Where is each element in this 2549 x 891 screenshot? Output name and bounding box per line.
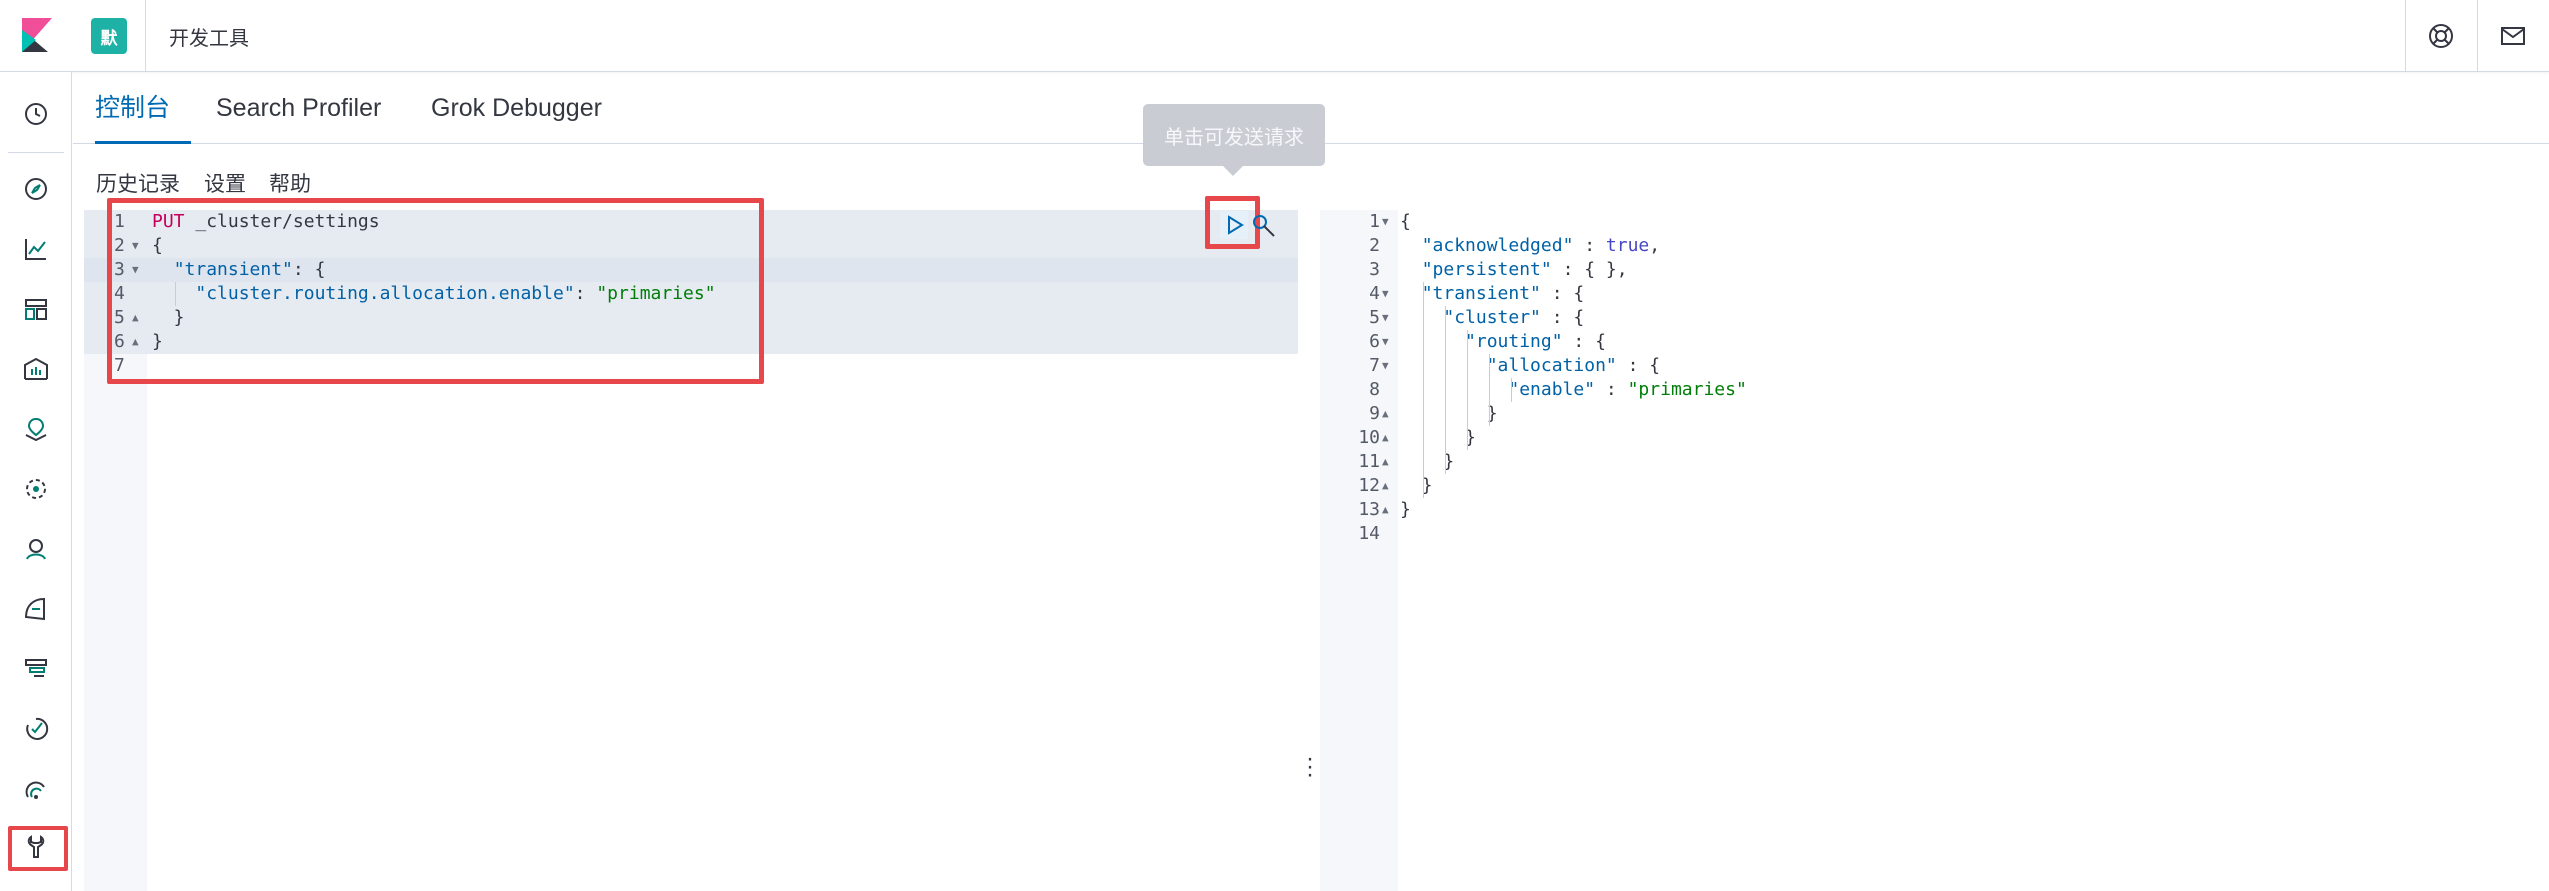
fold-icon[interactable]: ▼ <box>1382 306 1389 330</box>
response-line: 8 "enable" : "primaries" <box>1369 379 1747 400</box>
response-line: 6 ▼ "routing" : { <box>1369 330 1606 354</box>
request-highlight-box <box>107 198 764 384</box>
help-link[interactable]: 帮助 <box>269 168 311 198</box>
active-nav-highlight <box>8 826 68 871</box>
indent-guide <box>1467 330 1468 450</box>
apm-icon[interactable] <box>14 647 58 691</box>
canvas-icon[interactable] <box>14 347 58 391</box>
response-line: 4 ▼ "transient" : { <box>1369 282 1585 306</box>
uptime-icon[interactable] <box>14 707 58 751</box>
response-line: 2 "acknowledged" : true, <box>1369 235 1661 256</box>
fold-icon[interactable]: ▲ <box>1382 450 1389 474</box>
response-line: 3 "persistent" : { }, <box>1369 259 1628 280</box>
fold-icon[interactable]: ▲ <box>1382 426 1389 450</box>
indent-guide <box>1489 354 1490 426</box>
indent-guide <box>1445 306 1446 474</box>
history-link[interactable]: 历史记录 <box>96 168 180 198</box>
fold-icon[interactable]: ▼ <box>1382 282 1389 306</box>
compass-icon[interactable] <box>14 167 58 211</box>
resize-handle-icon: · · · <box>1306 745 1314 788</box>
breadcrumb-title: 开发工具 <box>169 26 249 50</box>
side-nav <box>0 72 72 891</box>
tab-search-profiler[interactable]: Search Profiler <box>216 72 381 144</box>
recently-viewed-icon[interactable] <box>14 92 58 136</box>
tab-console[interactable]: 控制台 <box>95 72 191 144</box>
response-line: 7 ▼ "allocation" : { <box>1369 354 1661 378</box>
response-line: 1 ▼ { <box>1369 210 1411 234</box>
space-avatar[interactable]: 默 <box>91 18 127 54</box>
fold-icon[interactable]: ▼ <box>1382 210 1389 234</box>
response-line: 14 <box>1358 523 1380 544</box>
wrench-icon[interactable] <box>1251 213 1277 239</box>
fold-icon[interactable]: ▲ <box>1382 402 1389 426</box>
fold-icon[interactable]: ▲ <box>1382 498 1389 522</box>
response-line: 12 ▲ } <box>1358 474 1433 498</box>
indent-guide <box>1423 282 1424 498</box>
help-icon <box>2428 24 2453 48</box>
infrastructure-icon[interactable] <box>14 527 58 571</box>
visualize-icon[interactable] <box>14 227 58 271</box>
pane-resizer[interactable]: · · · <box>1298 210 1320 891</box>
machine-learning-icon[interactable] <box>14 467 58 511</box>
send-request-tooltip: 单击可发送请求 <box>1143 104 1325 176</box>
maps-icon[interactable] <box>14 407 58 451</box>
nav-divider <box>8 152 64 153</box>
response-line: 10 ▲ } <box>1358 426 1476 450</box>
fold-icon[interactable]: ▲ <box>1382 474 1389 498</box>
settings-link[interactable]: 设置 <box>204 168 246 198</box>
kibana-logo-icon[interactable] <box>22 18 52 52</box>
play-icon[interactable] <box>1220 211 1248 239</box>
indent-guide <box>1511 378 1512 402</box>
mail-button[interactable] <box>2477 0 2547 72</box>
header-divider <box>145 0 146 72</box>
response-output: 1 ▼ { 2 "acknowledged" : true, 3 "persist… <box>1320 210 2535 891</box>
mail-icon <box>2500 27 2525 45</box>
response-line: 5 ▼ "cluster" : { <box>1369 306 1585 330</box>
fold-icon[interactable]: ▼ <box>1382 354 1389 378</box>
fold-icon[interactable]: ▼ <box>1382 330 1389 354</box>
response-line: 9 ▲ } <box>1369 402 1498 426</box>
monitoring-icon[interactable] <box>14 767 58 811</box>
logs-icon[interactable] <box>14 587 58 631</box>
dashboard-icon[interactable] <box>14 287 58 331</box>
response-line: 11 ▲ } <box>1358 450 1455 474</box>
tab-grok-debugger[interactable]: Grok Debugger <box>431 72 602 144</box>
top-header: 默 开发工具 <box>0 0 2549 72</box>
help-button[interactable] <box>2405 0 2475 72</box>
response-line: 13 ▲ } <box>1358 498 1411 522</box>
